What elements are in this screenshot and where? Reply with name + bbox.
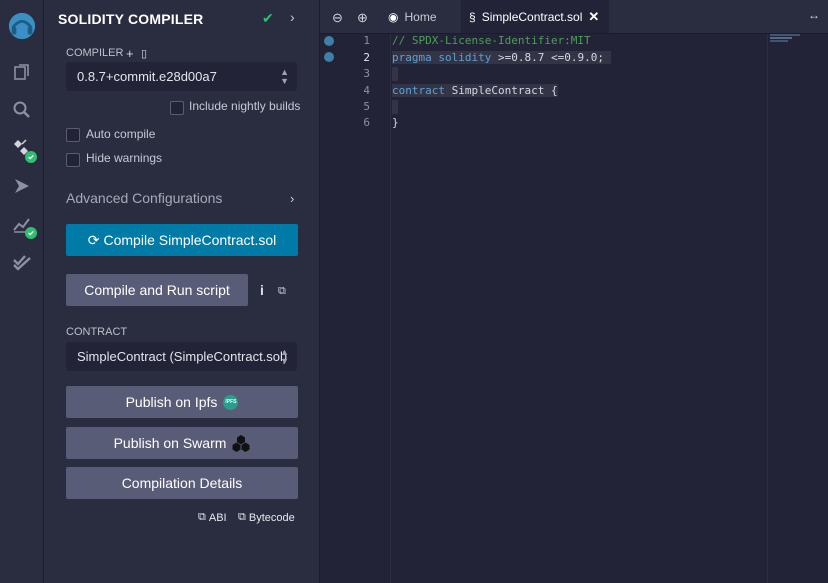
remix-logo-icon: ◉	[388, 9, 399, 24]
copy-icon: ⧉	[198, 511, 206, 523]
compiler-version-value: 0.8.7+commit.e28d00a7	[77, 69, 217, 84]
minimap-line	[770, 34, 800, 36]
icon-rail	[0, 0, 44, 583]
close-icon[interactable]: ✕	[588, 9, 599, 25]
publish-ipfs-label: Publish on Ipfs	[125, 394, 218, 410]
copy-bytecode-button[interactable]: ⧉ Bytecode	[238, 511, 295, 524]
breakpoint-marker[interactable]	[324, 52, 334, 62]
tab-home[interactable]: ◉ Home	[378, 0, 451, 33]
refresh-icon: ⟳	[87, 231, 100, 248]
publish-swarm-button[interactable]: Publish on Swarm	[66, 427, 298, 459]
chevron-right-icon[interactable]: ›	[290, 191, 294, 206]
copy-icon[interactable]: ⧉	[278, 285, 286, 298]
advanced-configurations-toggle[interactable]: Advanced Configurations	[66, 190, 222, 206]
auto-compile-label: Auto compile	[86, 127, 156, 141]
compiler-label: COMPILER	[66, 47, 124, 59]
tab-active-label: SimpleContract.sol	[481, 9, 583, 24]
compilation-details-label: Compilation Details	[121, 475, 243, 491]
include-nightly-label: Include nightly builds	[189, 99, 301, 113]
unit-testing-icon[interactable]	[10, 250, 34, 274]
select-arrows-icon: ▲ ▼	[280, 346, 289, 366]
publish-swarm-label: Publish on Swarm	[113, 435, 227, 451]
code-line: pragma solidity >=0.8.7 <=0.9.0;	[392, 51, 611, 64]
bytecode-label: Bytecode	[248, 511, 295, 524]
analysis-icon[interactable]	[10, 212, 37, 239]
tab-simplecontract[interactable]: § SimpleContract.sol ✕	[461, 0, 610, 33]
line-number: 3	[363, 67, 370, 80]
select-arrows-icon: ▲ ▼	[280, 66, 289, 86]
line-number: 2	[363, 51, 370, 64]
compile-run-label: Compile and Run script	[84, 282, 230, 298]
search-icon[interactable]	[10, 98, 34, 122]
contract-select[interactable]: SimpleContract (SimpleContract.sol) ▲ ▼	[66, 342, 297, 371]
code-text: >=0.8.7 <=0.9.0;	[497, 51, 604, 64]
code-line	[392, 100, 398, 114]
check-icon: ✔	[262, 10, 274, 26]
line-number: 5	[363, 100, 370, 113]
code-line: }	[392, 116, 399, 129]
minimap-line	[770, 40, 788, 42]
info-icon[interactable]: i	[260, 282, 264, 298]
file-icon[interactable]: ▯	[141, 47, 147, 60]
auto-compile-checkbox[interactable]	[66, 128, 80, 142]
deploy-run-icon[interactable]	[10, 174, 34, 198]
contract-label: CONTRACT	[66, 326, 128, 338]
panel-title: SOLIDITY COMPILER	[58, 11, 204, 27]
hide-warnings-checkbox[interactable]	[66, 153, 80, 167]
include-nightly-checkbox[interactable]	[170, 101, 184, 115]
compile-button[interactable]: ⟳ Compile SimpleContract.sol	[66, 224, 298, 256]
editor-tab-bar: ⊖ ⊕ ◉ Home § SimpleContract.sol ✕ ↔	[320, 0, 828, 34]
tab-home-label: Home	[404, 9, 437, 24]
keyword: contract	[392, 84, 445, 97]
swarm-icon	[232, 435, 250, 452]
code-line: contract SimpleContract {	[392, 84, 558, 97]
hide-warnings-label: Hide warnings	[86, 151, 163, 165]
solidity-compiler-icon[interactable]	[10, 136, 37, 163]
solidity-compiler-panel: SOLIDITY COMPILER ✔ › COMPILER + ▯ 0.8.7…	[44, 0, 320, 583]
code-line	[392, 67, 398, 81]
keyword: pragma	[392, 51, 432, 64]
solidity-file-icon: §	[469, 9, 476, 24]
abi-label: ABI	[208, 511, 227, 524]
minimap[interactable]	[767, 34, 828, 583]
line-number: 1	[363, 34, 370, 47]
editor-guide	[390, 34, 391, 583]
zoom-in-icon[interactable]: ⊕	[357, 10, 368, 26]
minimap-line	[770, 37, 792, 39]
compiler-version-select[interactable]: 0.8.7+commit.e28d00a7 ▲ ▼	[66, 62, 297, 91]
code-text: SimpleContract {	[451, 84, 558, 97]
zoom-out-icon[interactable]: ⊖	[332, 10, 343, 26]
keyword: solidity	[438, 51, 492, 64]
copy-abi-button[interactable]: ⧉ ABI	[198, 511, 227, 524]
compile-run-script-button[interactable]: Compile and Run script	[66, 274, 248, 306]
ipfs-icon: IPFS	[223, 394, 239, 410]
expand-icon[interactable]: ↔	[808, 8, 820, 22]
copy-icon: ⧉	[238, 511, 246, 523]
compilation-details-button[interactable]: Compilation Details	[66, 467, 298, 499]
compile-button-label: Compile SimpleContract.sol	[103, 232, 277, 248]
line-number: 4	[363, 84, 370, 97]
file-explorer-icon[interactable]	[10, 60, 34, 84]
breakpoint-marker[interactable]	[324, 36, 334, 46]
code-editor[interactable]: 1 2 3 4 5 6 // SPDX-License-Identifier:M…	[320, 34, 828, 583]
contract-value: SimpleContract (SimpleContract.sol)	[77, 349, 288, 364]
success-check-icon	[25, 151, 37, 163]
success-check-icon	[25, 227, 37, 239]
code-line: // SPDX-License-Identifier:MIT	[392, 34, 591, 47]
publish-ipfs-button[interactable]: Publish on Ipfs IPFS	[66, 386, 298, 418]
remix-logo-icon[interactable]	[6, 10, 38, 42]
chevron-right-icon[interactable]: ›	[290, 9, 295, 25]
line-number: 6	[363, 116, 370, 129]
add-compiler-icon[interactable]: +	[126, 46, 134, 61]
